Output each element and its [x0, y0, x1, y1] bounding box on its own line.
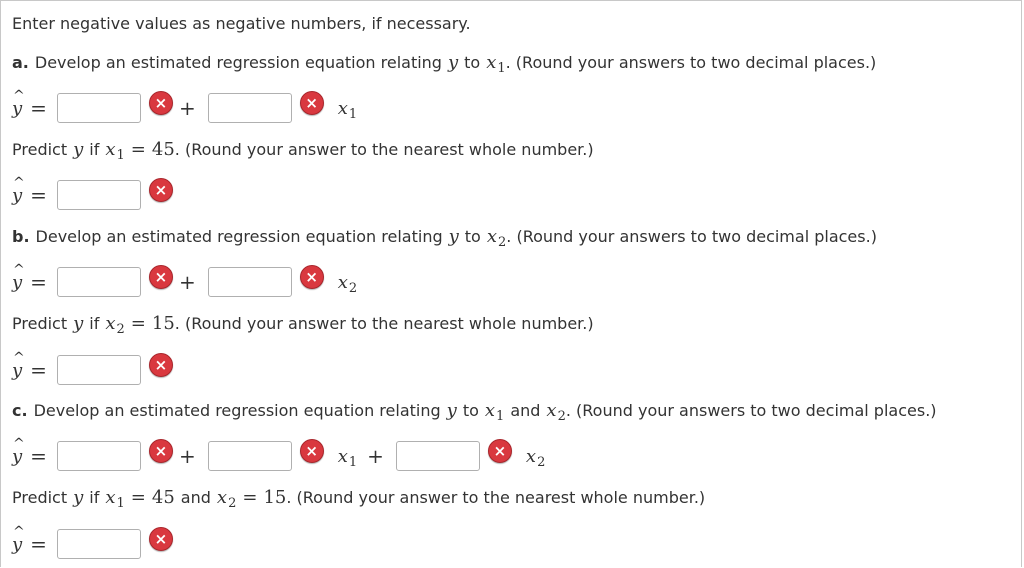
part-a-letter: a.	[12, 52, 29, 72]
incorrect-icon: ×	[148, 178, 173, 202]
incorrect-icon: ×	[299, 91, 324, 115]
part-c-equation: y = × + × x1 + × x2	[12, 436, 545, 474]
a-slope-input[interactable]	[207, 93, 292, 123]
y-hat: y	[12, 88, 25, 119]
incorrect-icon: ×	[299, 439, 324, 463]
y-hat: y	[12, 262, 25, 293]
part-a-predict-prompt: Predict y if x1 = 45 . (Round your answe…	[12, 138, 594, 163]
y-hat: y	[12, 350, 25, 381]
part-b-prompt: b. Develop an estimated regression equat…	[12, 225, 877, 250]
part-b-predict-prompt: Predict y if x2 = 15 . (Round your answe…	[12, 312, 594, 337]
incorrect-icon: ×	[148, 353, 173, 377]
c-slope2-input[interactable]	[395, 441, 480, 471]
c-slope1-input[interactable]	[207, 441, 292, 471]
incorrect-icon: ×	[148, 265, 173, 289]
part-b-letter: b.	[12, 226, 30, 246]
part-c-prompt: c. Develop an estimated regression equat…	[12, 399, 937, 424]
part-a-equation: y = × + × x1	[12, 88, 357, 126]
c-intercept-input[interactable]	[56, 441, 141, 471]
part-a-predict-answer: y = ×	[12, 175, 173, 213]
part-c-predict-answer: y = ×	[12, 524, 173, 562]
y-hat: y	[12, 436, 25, 467]
incorrect-icon: ×	[148, 91, 173, 115]
part-b-equation: y = × + × x2	[12, 262, 357, 300]
b-predict-input[interactable]	[56, 355, 141, 385]
part-b-predict-answer: y = ×	[12, 350, 173, 388]
y-hat: y	[12, 175, 25, 206]
part-c-predict-prompt: Predict y if x1 = 45 and x2 = 15 . (Roun…	[12, 486, 706, 511]
c-predict-input[interactable]	[56, 529, 141, 559]
incorrect-icon: ×	[148, 439, 173, 463]
incorrect-icon: ×	[487, 439, 512, 463]
y-hat: y	[12, 524, 25, 555]
incorrect-icon: ×	[299, 265, 324, 289]
part-a-prompt: a. Develop an estimated regression equat…	[12, 51, 877, 76]
incorrect-icon: ×	[148, 527, 173, 551]
part-c-letter: c.	[12, 400, 28, 420]
b-intercept-input[interactable]	[56, 267, 141, 297]
a-intercept-input[interactable]	[56, 93, 141, 123]
intro-text: Enter negative values as negative number…	[12, 13, 471, 33]
b-slope-input[interactable]	[207, 267, 292, 297]
a-predict-input[interactable]	[56, 180, 141, 210]
